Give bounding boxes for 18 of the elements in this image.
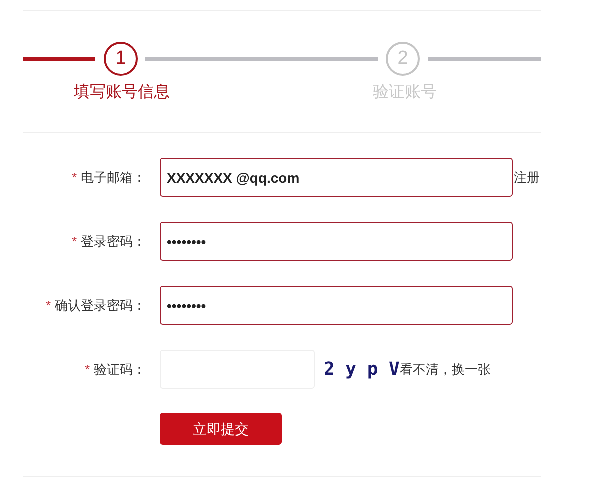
required-mark: * — [72, 232, 77, 251]
refresh-captcha-link[interactable]: 看不清，换一张 — [400, 360, 491, 380]
text-field[interactable]: •••••••• — [160, 222, 513, 261]
required-mark: * — [84, 360, 90, 379]
required-mark: * — [72, 168, 77, 187]
step-label: 填写账号信息 — [74, 82, 170, 103]
field-label: 确认登录密码： — [55, 296, 146, 315]
text-field[interactable]: XXXXXXX @qq.com — [160, 158, 513, 197]
step-number-icon: 2 — [386, 42, 420, 76]
captcha-image[interactable]: 2 y p V — [324, 356, 400, 383]
register-link[interactable]: 注册 — [514, 168, 540, 188]
text-field[interactable]: •••••••• — [160, 286, 513, 325]
required-mark: * — [46, 296, 51, 315]
submit-button[interactable]: 立即提交 — [160, 413, 282, 445]
field-label: 验证码： — [94, 360, 146, 379]
step-number-icon: 1 — [104, 42, 138, 76]
field-label: 电子邮箱： — [81, 168, 146, 187]
field-label: 登录密码： — [81, 232, 146, 251]
